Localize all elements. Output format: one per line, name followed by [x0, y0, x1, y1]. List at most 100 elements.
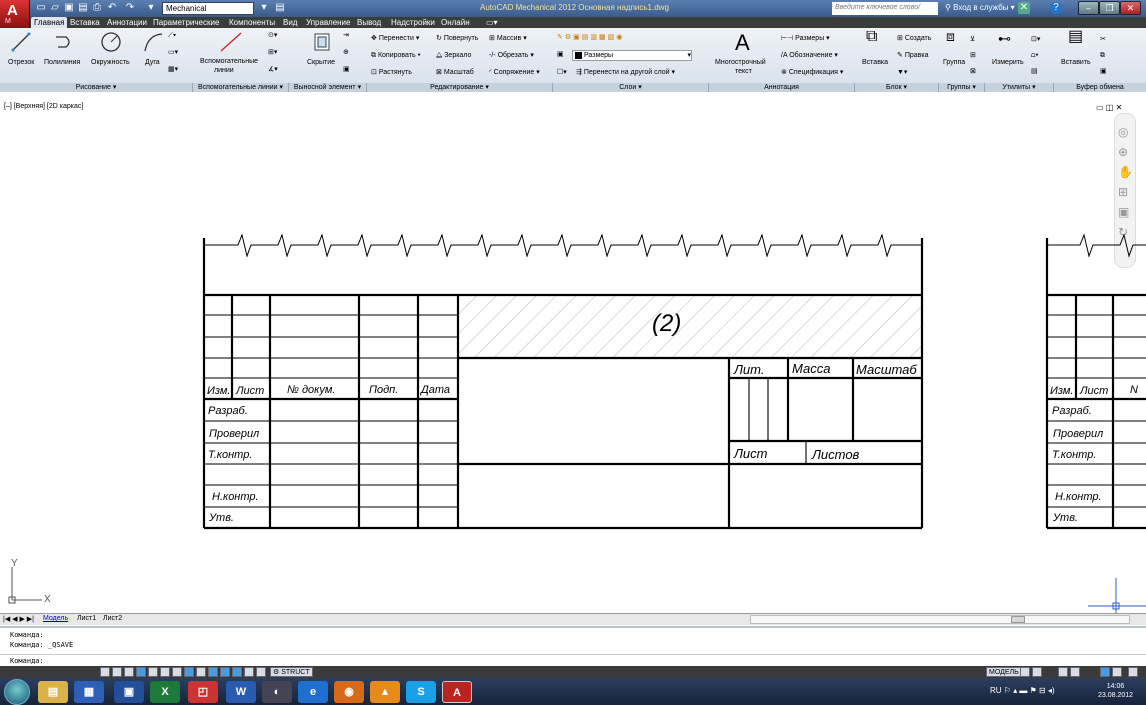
tab-annotate[interactable]: Аннотации	[107, 17, 147, 28]
explorer-icon[interactable]: ▤	[38, 681, 68, 703]
mtext-icon[interactable]: A	[735, 31, 750, 55]
scale-button[interactable]: ⊠ Масштаб	[436, 68, 474, 77]
workspace-select[interactable]: Mechanical	[162, 2, 254, 15]
media-icon[interactable]: ◐	[262, 681, 292, 703]
group-icon[interactable]: ⧈	[946, 29, 955, 43]
annotation-monitor-button[interactable]	[256, 667, 266, 677]
line-button[interactable]: Отрезок	[8, 58, 34, 67]
save-icon[interactable]: ▣	[63, 2, 75, 14]
layer-freeze-icon[interactable]: ☐▾	[557, 68, 567, 77]
tray-icons[interactable]: ⚐ ▴ ▬ ⚑ ⊟ ◂)	[1004, 686, 1055, 695]
undo-icon[interactable]: ↶	[106, 2, 118, 14]
close-button[interactable]: ✕	[1120, 1, 1141, 15]
move-button[interactable]: ✥ Перенести ▾	[371, 34, 419, 43]
language-indicator[interactable]: RU	[990, 686, 1002, 695]
layer-select[interactable]: Размеры ▾	[572, 50, 692, 61]
array-button[interactable]: ⊞ Массив ▾	[489, 34, 527, 43]
layer-move-button[interactable]: ⇶ Перенести на другой слой ▾	[576, 68, 675, 77]
mtext-button[interactable]: Многострочный	[715, 58, 766, 67]
draw-panel-label[interactable]: Рисование ▾	[0, 83, 193, 92]
measure-icon[interactable]: ⊷	[998, 32, 1011, 45]
layer-tools-icon[interactable]: ✎⚙▣▤▥▦▧◉	[557, 33, 624, 42]
quick-view-layouts-button[interactable]	[1020, 667, 1030, 677]
plot-icon[interactable]: ⎙	[91, 2, 103, 14]
calc-app-icon[interactable]: ▦	[74, 681, 104, 703]
mirror-button[interactable]: ⧋ Зеркало	[436, 51, 471, 60]
hide-icon[interactable]	[309, 31, 335, 53]
qa-customize-icon[interactable]: ▤	[274, 2, 286, 14]
start-button[interactable]	[4, 679, 30, 705]
word-icon[interactable]: W	[226, 681, 256, 703]
paste-button[interactable]: Вставить	[1061, 58, 1091, 67]
help-icon[interactable]: ?	[1050, 2, 1062, 14]
insert-block-icon[interactable]: ⧉	[866, 29, 877, 45]
excel-icon[interactable]: X	[150, 681, 180, 703]
3d-osnap-button[interactable]	[160, 667, 170, 677]
block-attr-icon[interactable]: ▼▾	[897, 68, 907, 77]
spec-button[interactable]: ⊗ Спецификация ▾	[781, 68, 843, 77]
tab-insert[interactable]: Вставка	[70, 17, 100, 28]
new-icon[interactable]: ▭	[35, 2, 47, 14]
detail-icon-3[interactable]: ▣	[343, 65, 350, 74]
annotation-panel-label[interactable]: Аннотация	[709, 83, 855, 92]
tab-home[interactable]: Главная	[31, 17, 68, 28]
clean-screen-button[interactable]	[1128, 667, 1138, 677]
tab-view[interactable]: Вид	[283, 17, 297, 28]
line-icon[interactable]	[8, 31, 34, 53]
polar-tracking-button[interactable]	[136, 667, 146, 677]
paste-icon[interactable]: ▤	[1068, 29, 1083, 45]
restore-button[interactable]: ❐	[1099, 1, 1120, 15]
group-tools-icon[interactable]: ⊻ ⊞ ⊠	[970, 32, 976, 80]
open-icon[interactable]: ▱	[49, 2, 61, 14]
autocad-task-icon[interactable]: A	[442, 681, 472, 703]
otrack-button[interactable]	[172, 667, 182, 677]
search-input[interactable]: Введите ключевое слово/фразу	[832, 2, 938, 23]
hardware-accel-button[interactable]	[1100, 667, 1110, 677]
measure-button[interactable]: Измерить	[992, 58, 1024, 67]
snap-mode-button[interactable]	[100, 667, 110, 677]
detail-panel-label[interactable]: Выносной элемент ▾	[289, 83, 367, 92]
edit-block-button[interactable]: ✎ Правка	[897, 51, 928, 60]
quick-view-drawings-button[interactable]	[1032, 667, 1042, 677]
block-panel-label[interactable]: Блок ▾	[855, 83, 939, 92]
skype-icon[interactable]: S	[406, 681, 436, 703]
struct-button[interactable]: ⚙ STRUCT	[270, 667, 313, 677]
rotate-button[interactable]: ↻ Повернуть	[436, 34, 478, 43]
layout-nav-buttons[interactable]: |◀ ◀ ▶ ▶|	[3, 615, 34, 623]
rectangle-icon[interactable]: ▭▾	[168, 48, 178, 57]
tab-addins[interactable]: Надстройки	[391, 17, 435, 28]
selection-cycling-button[interactable]	[244, 667, 254, 677]
vlc-icon[interactable]: ▲	[370, 681, 400, 703]
draw-more-1-icon[interactable]: ⟋▾	[168, 31, 176, 40]
utilities-tools-icon[interactable]: ⊡▾ ⩍▾ ▤	[1031, 32, 1040, 80]
acrobat-icon[interactable]: ◰	[188, 681, 218, 703]
utilities-panel-label[interactable]: Утилиты ▾	[985, 83, 1054, 92]
detail-icon-1[interactable]: ⇥	[343, 31, 349, 40]
create-block-button[interactable]: ⊞ Создать	[897, 34, 931, 43]
firefox-icon[interactable]: ◉	[334, 681, 364, 703]
dynamic-input-button[interactable]	[196, 667, 206, 677]
hide-button[interactable]: Скрытие	[307, 58, 335, 67]
exchange-icon[interactable]: ✕	[1018, 2, 1030, 14]
cline-circle-icon[interactable]: ⊙▾	[268, 31, 277, 40]
symbol-button[interactable]: /A Обозначение ▾	[781, 51, 838, 60]
lock-ui-button[interactable]	[1070, 667, 1080, 677]
drawing-canvas[interactable]: (2) Изм. Лист № докум. Подп. Дата Разраб…	[0, 108, 1146, 613]
grid-display-button[interactable]	[112, 667, 122, 677]
redo-icon[interactable]: ↷	[124, 2, 136, 14]
arc-button[interactable]: Дуга	[145, 58, 160, 67]
transparency-button[interactable]	[220, 667, 230, 677]
tab-model[interactable]: Модель	[43, 615, 68, 622]
save-as-icon[interactable]: ▤	[77, 2, 89, 14]
save-app-icon[interactable]: ▣	[114, 681, 144, 703]
minimize-button[interactable]: –	[1078, 1, 1099, 15]
hatch-icon[interactable]: ▦▾	[168, 65, 178, 74]
tab-sheet1[interactable]: Лист1	[77, 615, 96, 622]
construction-line-icon[interactable]	[218, 31, 244, 53]
tab-components[interactable]: Компоненты	[229, 17, 275, 28]
qa-more-icon[interactable]: ▾	[145, 2, 157, 14]
construction-panel-label[interactable]: Вспомогательные линии ▾	[193, 83, 289, 92]
clipboard-tools-icon[interactable]: ✂ ⧉ ▣	[1100, 32, 1107, 80]
arc-icon[interactable]	[140, 31, 166, 53]
insert-block-button[interactable]: Вставка	[862, 58, 888, 67]
